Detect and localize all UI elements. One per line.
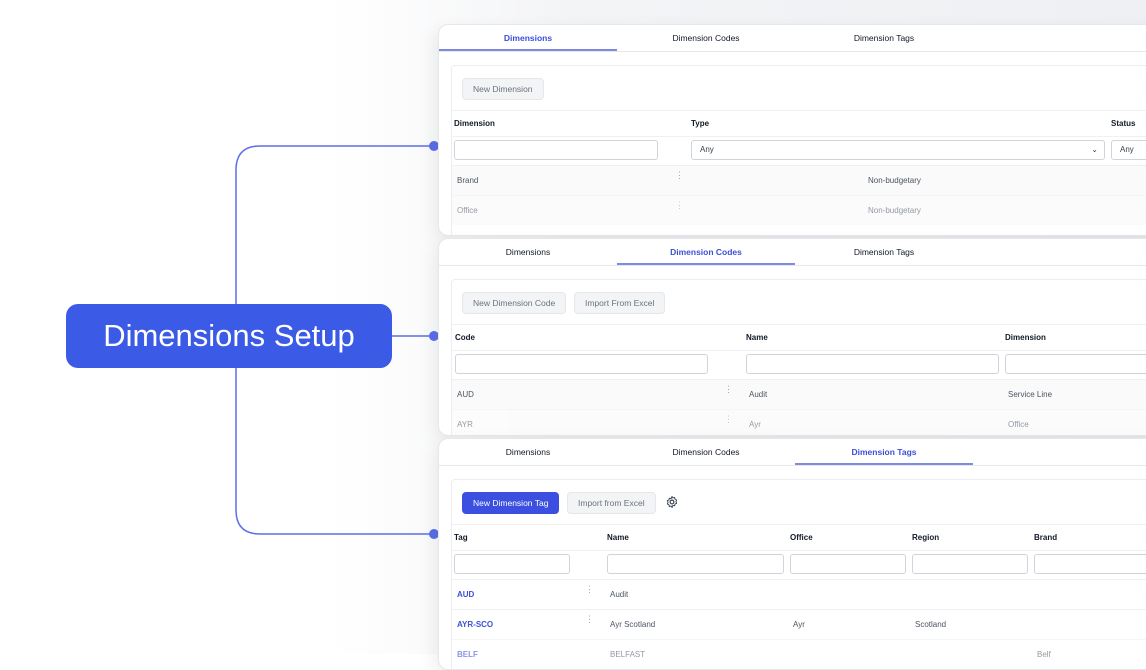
new-dimension-button[interactable]: New Dimension: [462, 78, 544, 100]
dimension-codes-card: Dimensions Dimension Codes Dimension Tag…: [438, 238, 1146, 436]
row-dimension: Service Line: [1008, 390, 1053, 399]
name-filter-input[interactable]: [607, 554, 784, 574]
row-menu-icon[interactable]: ⋮: [585, 615, 594, 624]
row-name: Audit: [610, 590, 629, 599]
row-brand: Belf: [1037, 650, 1051, 659]
row-type: Non-budgetary: [868, 206, 921, 215]
tab-bar: Dimensions Dimension Codes Dimension Tag…: [439, 239, 1146, 266]
code-filter-input[interactable]: [455, 354, 708, 374]
row-name: BELFAST: [610, 650, 646, 659]
header-office: Office: [790, 533, 813, 542]
import-from-excel-button[interactable]: Import from Excel: [567, 492, 656, 514]
dimension-filter-input[interactable]: [1005, 354, 1146, 374]
new-dimension-tag-button[interactable]: New Dimension Tag: [462, 492, 560, 514]
status-filter-select[interactable]: Any: [1111, 140, 1146, 160]
tab-bar: Dimensions Dimension Codes Dimension Tag…: [439, 25, 1146, 52]
row-code: AYR: [457, 420, 473, 429]
connector-bottom: [235, 368, 434, 535]
row-dimension-name: Office: [457, 206, 478, 215]
import-from-excel-button[interactable]: Import From Excel: [574, 292, 666, 314]
row-type: Non-budgetary: [868, 176, 921, 185]
table-row[interactable]: AYR-SCO ⋮ Ayr Scotland Ayr Scotland: [452, 609, 1146, 639]
status-filter-value: Any: [1120, 145, 1134, 154]
header-code: Code: [455, 333, 475, 342]
header-brand: Brand: [1034, 533, 1058, 542]
header-status: Status: [1111, 119, 1136, 128]
tab-dimension-codes[interactable]: Dimension Codes: [617, 25, 795, 51]
row-name: Ayr: [749, 420, 761, 429]
connector-top: [235, 145, 434, 304]
dimension-tags-card: Dimensions Dimension Codes Dimension Tag…: [438, 438, 1146, 670]
tab-dimensions[interactable]: Dimensions: [439, 239, 617, 265]
row-office: Ayr: [793, 620, 805, 629]
header-dimension: Dimension: [1005, 333, 1046, 342]
row-menu-icon[interactable]: ⋮: [675, 171, 684, 180]
row-menu-icon[interactable]: ⋮: [724, 415, 733, 424]
table-row[interactable]: AUD ⋮ Audit: [452, 579, 1146, 609]
table-row[interactable]: Brand ⋮ Non-budgetary: [452, 165, 1146, 195]
gear-icon[interactable]: [665, 495, 679, 509]
row-dimension: Office: [1008, 420, 1029, 429]
header-dimension: Dimension: [454, 119, 495, 128]
tag-filter-input[interactable]: [454, 554, 570, 574]
name-filter-input[interactable]: [746, 354, 999, 374]
tab-dimensions[interactable]: Dimensions: [439, 439, 617, 465]
header-type: Type: [691, 119, 710, 128]
dimension-filter-input[interactable]: [454, 140, 658, 160]
tab-dimension-tags[interactable]: Dimension Tags: [795, 439, 973, 465]
dimensions-setup-callout: Dimensions Setup: [66, 304, 392, 368]
row-menu-icon[interactable]: ⋮: [585, 585, 594, 594]
table-row[interactable]: AYR ⋮ Ayr Office: [452, 409, 1146, 435]
tab-bar: Dimensions Dimension Codes Dimension Tag…: [439, 439, 1146, 466]
region-filter-input[interactable]: [912, 554, 1028, 574]
row-tag-link[interactable]: AUD: [457, 590, 474, 599]
row-tag-link[interactable]: AYR-SCO: [457, 620, 493, 629]
dimension-tags-panel: New Dimension Tag Import from Excel Tag …: [451, 479, 1146, 669]
chevron-down-icon: ⌄: [1091, 145, 1098, 154]
row-menu-icon[interactable]: ⋮: [675, 201, 684, 210]
tab-dimensions[interactable]: Dimensions: [439, 25, 617, 51]
row-dimension-name: Brand: [457, 176, 479, 185]
table-row[interactable]: Office ⋮ Non-budgetary: [452, 195, 1146, 225]
new-dimension-code-button[interactable]: New Dimension Code: [462, 292, 567, 314]
office-filter-input[interactable]: [790, 554, 906, 574]
header-region: Region: [912, 533, 940, 542]
table-row[interactable]: BELF BELFAST Belf: [452, 639, 1146, 669]
dimensions-panel: New Dimension Dimension Type Status Any …: [451, 65, 1146, 235]
header-name: Name: [746, 333, 768, 342]
row-name: Ayr Scotland: [610, 620, 656, 629]
row-tag-link[interactable]: BELF: [457, 650, 478, 659]
row-code: AUD: [457, 390, 474, 399]
type-filter-select[interactable]: Any ⌄: [691, 140, 1105, 160]
type-filter-value: Any: [700, 145, 714, 154]
header-tag: Tag: [454, 533, 468, 542]
tab-dimension-codes[interactable]: Dimension Codes: [617, 439, 795, 465]
row-menu-icon[interactable]: ⋮: [724, 385, 733, 394]
tab-dimension-tags[interactable]: Dimension Tags: [795, 239, 973, 265]
brand-filter-input[interactable]: [1034, 554, 1146, 574]
tab-dimension-codes[interactable]: Dimension Codes: [617, 239, 795, 265]
header-name: Name: [607, 533, 629, 542]
dimensions-card: Dimensions Dimension Codes Dimension Tag…: [438, 24, 1146, 236]
tab-dimension-tags[interactable]: Dimension Tags: [795, 25, 973, 51]
dimension-codes-panel: New Dimension Code Import From Excel Cod…: [451, 279, 1146, 435]
row-name: Audit: [749, 390, 768, 399]
row-region: Scotland: [915, 620, 947, 629]
table-row[interactable]: AUD ⋮ Audit Service Line: [452, 379, 1146, 409]
